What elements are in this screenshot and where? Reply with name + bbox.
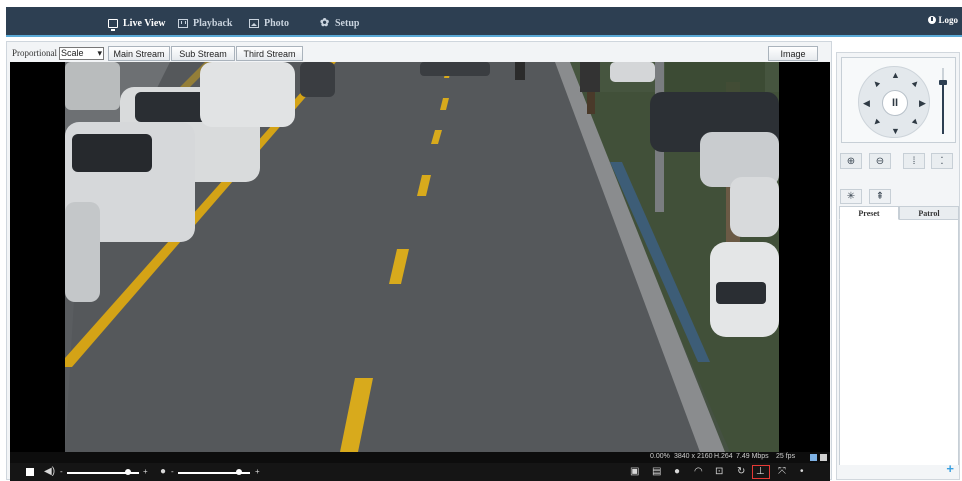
ptz-speed-slider[interactable] <box>939 68 947 134</box>
original-size-icon[interactable] <box>820 454 827 461</box>
ptz-speed-knob[interactable] <box>939 80 947 85</box>
gear-icon: ✿ <box>320 16 330 29</box>
logout-button[interactable]: Logo <box>928 15 958 25</box>
ptz-right-icon[interactable]: ▶ <box>919 99 926 108</box>
ptz-panel: ▲ ▼ ◀ ▶ ▲ ▲ ▼ ▼ II ⊕ ⊖ ⁞ ⁚ ✳ ⇞ Preset Pa… <box>836 52 960 480</box>
preset-tab-icon[interactable]: ✳ <box>840 189 862 204</box>
asterisk-icon: ✳ <box>846 191 856 202</box>
tab-preset[interactable]: Preset <box>839 206 899 220</box>
nav-playback-label: Playback <box>193 17 233 29</box>
ptz-tabs: Preset Patrol <box>839 206 959 220</box>
patrol-icon: ⇞ <box>875 191 885 202</box>
photo-icon <box>249 18 259 28</box>
nav-playback[interactable]: Playback <box>178 15 232 31</box>
app-root: Live View Playback Photo ✿ Setup Logo Pr… <box>0 0 962 481</box>
mic-down-icon[interactable]: - <box>171 467 174 477</box>
tab-patrol[interactable]: Patrol <box>899 206 959 220</box>
live-video-stream[interactable] <box>10 62 830 452</box>
playback-control-bar: ◀) - + ● - + ▣ ▤ ● ◠ ⊡ ↻ ⊥ ⤧ • <box>10 463 830 481</box>
ptz-speed-fill <box>942 82 944 134</box>
snapshot-icon[interactable]: ▣ <box>630 467 639 477</box>
power-icon <box>928 16 937 24</box>
stream-status-bar: 0.00% 3840 x 2160 H.264 7.49 Mbps 25 fps <box>10 452 830 463</box>
add-preset-button[interactable]: + <box>946 461 954 476</box>
record-icon[interactable]: ▤ <box>652 467 661 477</box>
film-icon <box>178 18 188 28</box>
nav-live-view-label: Live View <box>123 17 166 29</box>
video-panel: Proportional Scale Main Stream Sub Strea… <box>6 41 832 481</box>
ptz-up-right-icon[interactable]: ▲ <box>909 76 922 89</box>
zoom-out-icon: ⊖ <box>875 155 885 167</box>
resolution: 3840 x 2160 <box>674 453 713 460</box>
monitor-icon <box>108 18 118 31</box>
codec: H.264 <box>714 453 733 460</box>
refresh-icon[interactable]: ↻ <box>737 467 745 477</box>
fit-window-icon[interactable] <box>810 454 817 461</box>
nav-live-view[interactable]: Live View <box>108 15 166 31</box>
framerate: 25 fps <box>776 453 796 460</box>
nav-photo-label: Photo <box>264 17 289 29</box>
headset-icon[interactable]: ◠ <box>694 467 703 477</box>
3d-positioning-icon[interactable]: ⊥ <box>756 467 765 477</box>
proportional-label: Proportional <box>12 48 57 58</box>
volume-up-icon[interactable]: + <box>143 467 148 477</box>
logout-label: Logo <box>938 15 958 25</box>
scale-select-value: Scale <box>61 48 84 58</box>
ptz-up-left-icon[interactable]: ▲ <box>869 76 882 89</box>
patrol-tab-icon[interactable]: ⇞ <box>869 189 891 204</box>
ptz-control-box: ▲ ▼ ◀ ▶ ▲ ▲ ▼ ▼ II <box>841 57 956 143</box>
fullscreen-icon[interactable]: ⤧ <box>778 467 786 477</box>
digital-zoom-icon[interactable]: ⊡ <box>715 467 723 477</box>
nav-photo[interactable]: Photo <box>249 15 289 31</box>
mic-slider-knob[interactable] <box>236 469 243 475</box>
top-nav-bar: Live View Playback Photo ✿ Setup Logo <box>6 7 962 37</box>
ptz-down-left-icon[interactable]: ▼ <box>870 115 883 128</box>
video-toolbar: Proportional Scale Main Stream Sub Strea… <box>7 42 831 64</box>
ptz-left-icon[interactable]: ◀ <box>863 99 870 108</box>
video-frame <box>10 62 830 452</box>
focus-near-button[interactable]: ⁞ <box>903 153 925 169</box>
volume-slider-knob[interactable] <box>125 469 132 475</box>
scale-select[interactable]: Scale <box>59 47 104 60</box>
sub-stream-button[interactable]: Sub Stream <box>171 46 235 61</box>
ptz-pause-button[interactable]: II <box>882 90 908 116</box>
ptz-direction-pad: ▲ ▼ ◀ ▶ ▲ ▲ ▼ ▼ II <box>858 66 930 138</box>
zoom-out-button[interactable]: ⊖ <box>869 153 891 169</box>
packet-loss: 0.00% <box>650 453 670 460</box>
ptz-down-icon[interactable]: ▼ <box>891 127 900 136</box>
microphone-icon[interactable]: ● <box>160 467 166 477</box>
stop-icon[interactable] <box>26 468 34 476</box>
ptz-up-icon[interactable]: ▲ <box>891 71 900 80</box>
light-icon[interactable]: • <box>800 467 804 477</box>
focus-near-icon: ⁞ <box>912 155 916 167</box>
zoom-in-icon: ⊕ <box>846 155 856 167</box>
nav-setup-label: Setup <box>335 17 360 29</box>
talk-icon[interactable]: ● <box>674 467 680 477</box>
third-stream-button[interactable]: Third Stream <box>236 46 303 61</box>
zoom-in-button[interactable]: ⊕ <box>840 153 862 169</box>
focus-far-icon: ⁚ <box>940 155 944 167</box>
bitrate: 7.49 Mbps <box>736 453 769 460</box>
speaker-icon[interactable]: ◀) <box>44 467 55 477</box>
main-stream-button[interactable]: Main Stream <box>108 46 170 61</box>
mic-up-icon[interactable]: + <box>255 467 260 477</box>
image-button[interactable]: Image <box>768 46 818 61</box>
volume-down-icon[interactable]: - <box>60 467 63 477</box>
focus-far-button[interactable]: ⁚ <box>931 153 953 169</box>
nav-setup[interactable]: ✿ Setup <box>320 15 359 31</box>
ptz-down-right-icon[interactable]: ▼ <box>908 115 921 128</box>
preset-list <box>839 220 959 465</box>
